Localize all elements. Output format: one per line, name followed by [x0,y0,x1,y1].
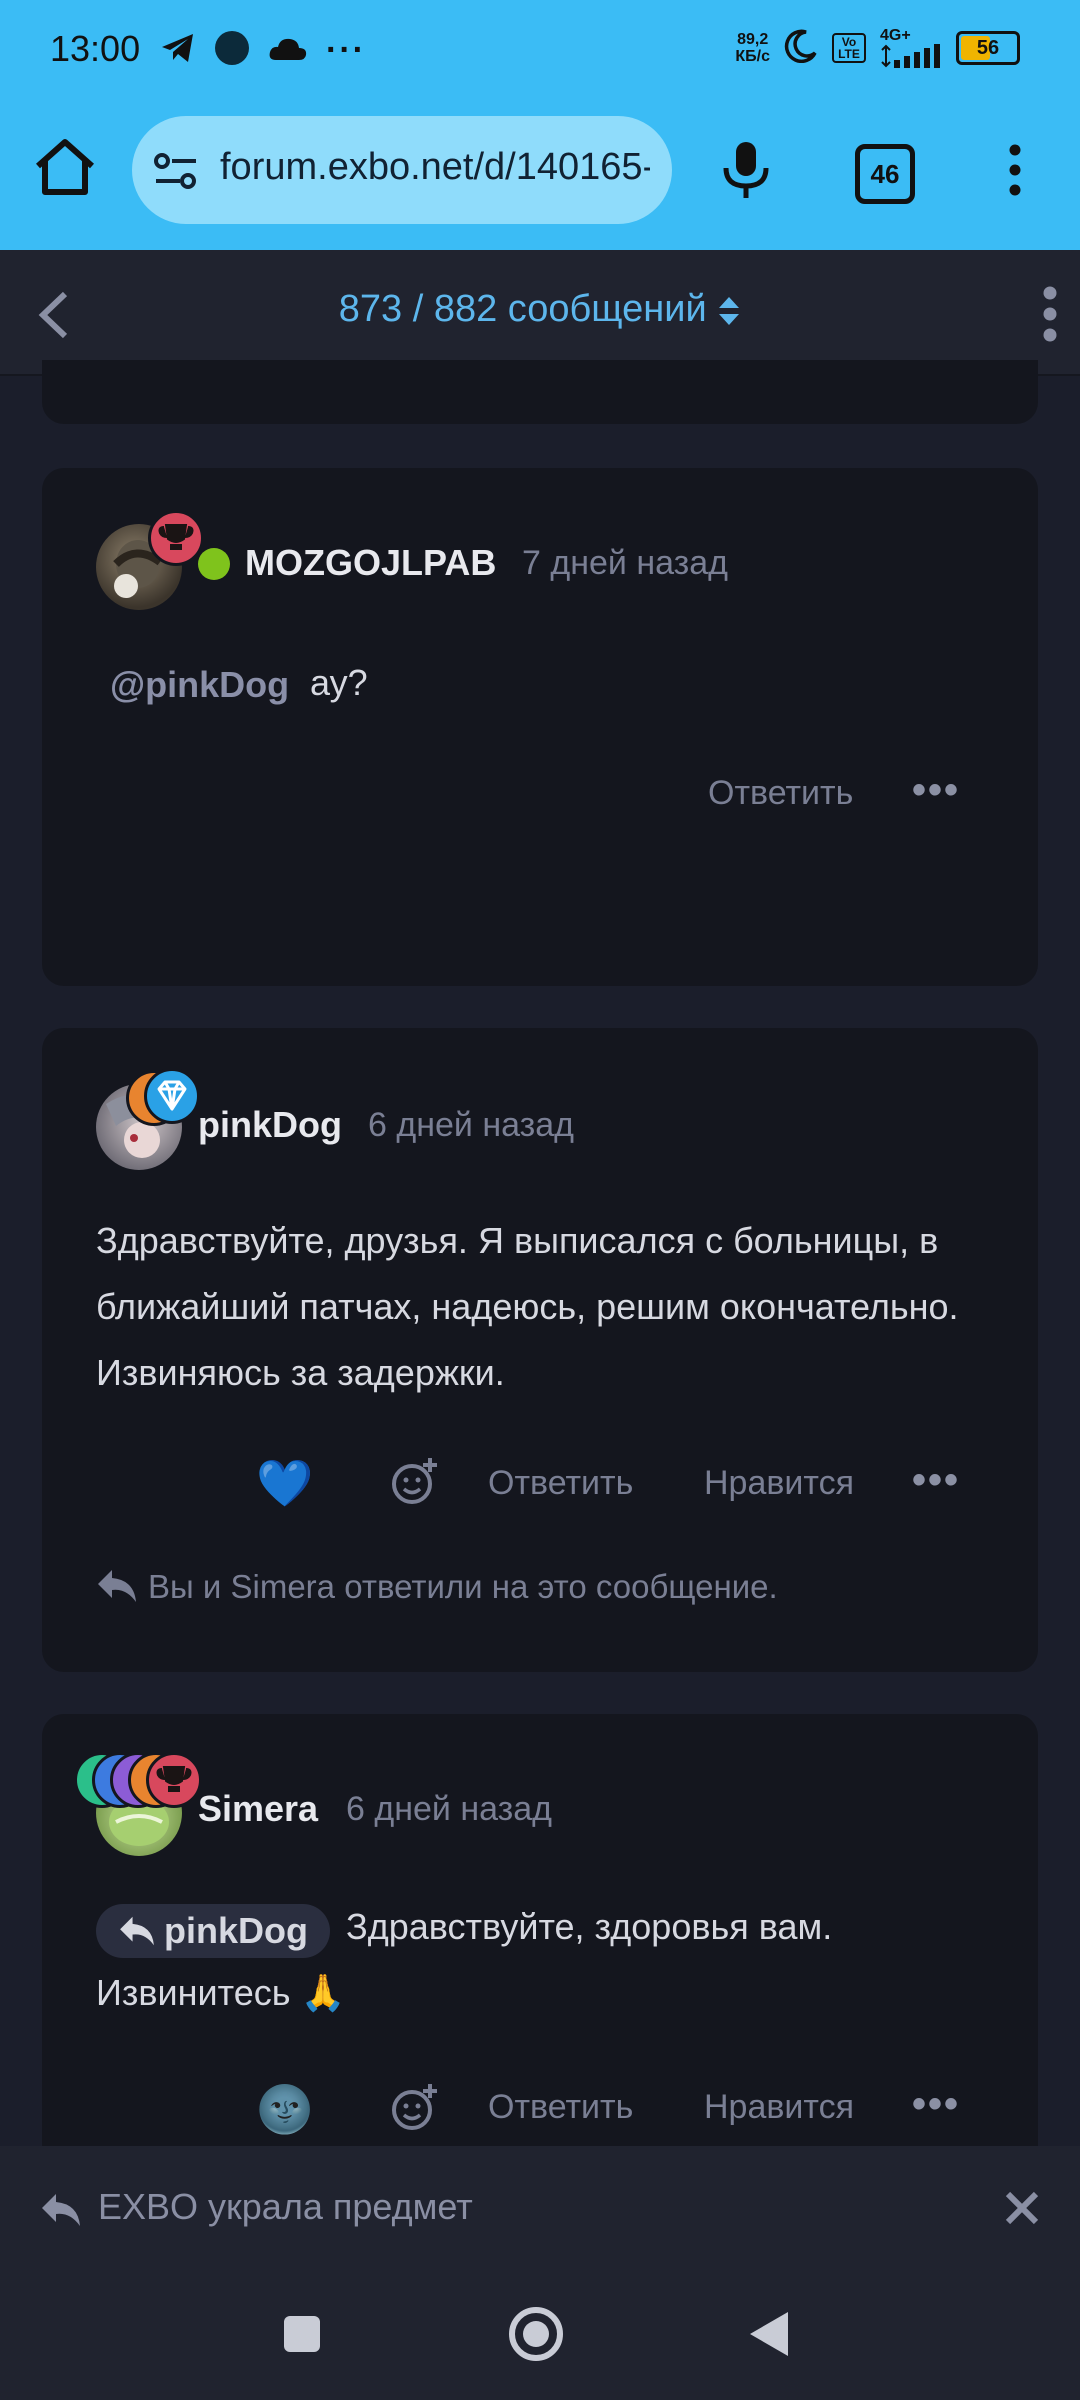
telegram-icon [160,32,196,69]
network-type: 4G+ [880,27,911,44]
composer-title[interactable]: EXBO украла предмет [98,2186,473,2228]
replied-note[interactable]: Вы и Simera ответили на это сообщение. [148,1568,778,1606]
back-nav-icon[interactable] [748,2310,790,2363]
moon-reaction[interactable]: 🌚 [256,2082,313,2137]
net-speed-unit: КБ/с [735,48,770,65]
post-counter[interactable]: 873 / 882 сообщений [0,288,1080,331]
url-text[interactable]: forum.exbo.net/d/140165-v [220,146,650,189]
trophy-badge-icon [148,510,204,566]
reply-arrow-icon [40,2192,82,2233]
status-bar: 13:00 ··· 89,2 КБ/с Vo LTE 4G+ 56 [0,0,1080,100]
close-icon[interactable] [1004,2190,1040,2231]
browser-menu-icon[interactable] [1005,144,1025,201]
battery-icon: 56 [956,31,1020,65]
more-notifications-icon: ··· [326,31,366,69]
post-card: MOZGOJLPAB 7 дней назад @pinkDog ау? Отв… [42,468,1038,986]
status-time: 13:00 [50,28,141,69]
post-time[interactable]: 7 дней назад [522,544,728,583]
post-author[interactable]: MOZGOJLPAB [245,542,496,584]
system-nav-bar [0,2270,1080,2400]
more-actions-icon[interactable]: ••• [912,2082,960,2127]
tab-switcher-button[interactable]: 46 [855,144,915,204]
reply-button[interactable]: Ответить [488,1464,633,1503]
net-speed: 89,2 КБ/с [735,31,770,65]
add-reaction-icon[interactable] [390,2082,440,2137]
heart-reaction[interactable]: 💙 [256,1456,313,1511]
notification-icons: ··· [160,30,366,71]
post-author[interactable]: pinkDog [198,1104,342,1146]
more-actions-icon[interactable]: ••• [912,768,960,813]
post-body: ау? [310,662,368,703]
diamond-badge-icon [144,1068,200,1124]
post-card: Simera 6 дней назад pinkDog Здравствуйте… [42,1714,1038,2146]
mic-icon[interactable] [718,140,774,205]
post-author[interactable]: Simera [198,1788,318,1830]
reply-button[interactable]: Ответить [488,2088,633,2127]
user-mention[interactable]: @pinkDog [110,664,289,706]
signal-icon: 4G+ [880,28,942,68]
forum-header: 873 / 882 сообщений [0,250,1080,376]
reply-button[interactable]: Ответить [708,774,853,813]
post-body: Здравствуйте, здоровья вам. Извинитесь 🙏 [96,1906,833,2013]
post-body: Здравствуйте, друзья. Я выписался с боль… [96,1220,959,1393]
post-counter-text[interactable]: 873 / 882 сообщений [339,288,707,330]
trophy-badge-icon [146,1752,202,1808]
like-button[interactable]: Нравится [704,2088,854,2127]
online-indicator [198,548,230,580]
more-actions-icon[interactable]: ••• [912,1458,960,1503]
previous-post-card [42,360,1038,424]
post-time[interactable]: 6 дней назад [346,1790,552,1829]
volte-icon: Vo LTE [832,33,866,63]
sort-updown-icon[interactable] [717,294,741,328]
post-card: pinkDog 6 дней назад Здравствуйте, друзь… [42,1028,1038,1672]
address-bar[interactable]: forum.exbo.net/d/140165-v [132,116,672,224]
like-button[interactable]: Нравится [704,1464,854,1503]
reply-arrow-icon [96,1568,138,1609]
net-speed-value: 89,2 [737,31,769,48]
home-nav-icon[interactable] [508,2306,564,2367]
discussion-menu-icon[interactable] [1040,286,1060,347]
moon-icon [784,29,818,68]
post-time[interactable]: 6 дней назад [368,1106,574,1145]
reply-composer-bar[interactable]: EXBO украла предмет [0,2146,1080,2270]
add-reaction-icon[interactable] [390,1456,440,1511]
site-settings-icon[interactable] [154,152,198,195]
recents-button-icon[interactable] [282,2314,322,2359]
status-right: 89,2 КБ/с Vo LTE 4G+ 56 [735,28,1020,68]
cloud-icon [268,34,308,67]
circle-app-icon [214,30,250,71]
browser-chrome: 13:00 ··· 89,2 КБ/с Vo LTE 4G+ 56 forum.… [0,0,1080,250]
home-button[interactable] [30,132,100,202]
battery-percent: 56 [976,37,1000,59]
